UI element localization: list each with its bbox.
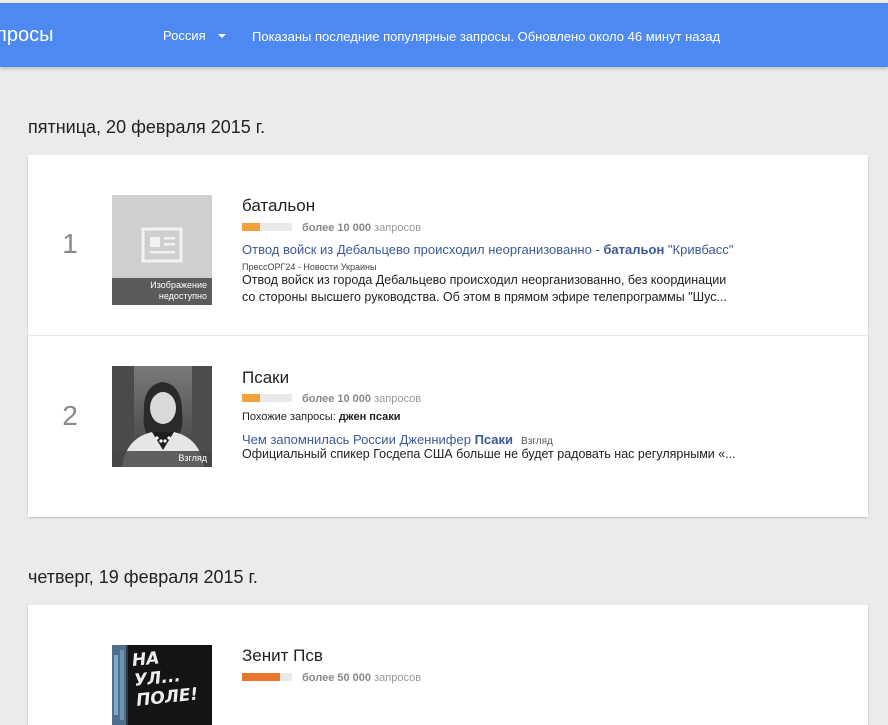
news-link-text: "Кривбасс": [664, 242, 734, 257]
related-queries: Похожие запросы: джен псаки: [242, 411, 401, 423]
trend-rank: 1: [62, 228, 78, 259]
day-heading: четверг, 19 февраля 2015 г.: [28, 567, 258, 587]
trend-thumbnail[interactable]: НА УЛ... ПОЛЕ!: [112, 645, 212, 725]
volume-count: более 10 000: [302, 222, 372, 234]
trend-thumbnail[interactable]: Изображение недоступно: [112, 195, 212, 305]
news-snippet: Официальный спикер Госдепа США больше не…: [242, 446, 772, 463]
trend-item: 2 Взгляд Псаки более 10 000 запросов Пох…: [28, 335, 868, 518]
search-volume: более 50 000 запросов: [242, 672, 421, 684]
day-card: НА УЛ... ПОЛЕ! Зенит Псв более 50 000 за…: [28, 605, 868, 725]
related-label: Похожие запросы:: [242, 411, 339, 423]
trend-item: 1 Изображение недоступно батальон более …: [28, 155, 868, 335]
snippet-line: со стороны высшего руководства. Об этом …: [242, 290, 727, 304]
region-label: Россия: [163, 28, 206, 43]
thumbnail-caption-line: Изображение: [150, 280, 207, 290]
news-link-highlight: Псаки: [474, 432, 514, 447]
trend-title[interactable]: Зенит Псв: [242, 646, 323, 666]
search-volume: более 10 000 запросов: [242, 393, 421, 405]
volume-suffix: запросов: [374, 393, 422, 405]
news-link-text: Чем запомнилась России Дженнифер: [242, 432, 475, 447]
chevron-down-icon: [217, 33, 226, 38]
volume-count: более 50 000: [302, 672, 372, 684]
volume-suffix: запросов: [374, 672, 422, 684]
news-article-link[interactable]: Отвод войск из Дебальцево происходил нео…: [242, 242, 733, 257]
top-app-bar: просы Россия Показаны последние популярн…: [0, 3, 888, 67]
trend-thumbnail[interactable]: Взгляд: [112, 366, 212, 467]
snippet-line: Отвод войск из города Дебальцево происхо…: [242, 273, 727, 287]
volume-bar: [242, 223, 292, 232]
poster-text: НА УЛ... ПОЛЕ!: [131, 648, 200, 711]
search-volume: более 10 000 запросов: [242, 222, 421, 234]
volume-bar-fill: [242, 223, 260, 232]
update-status-text: Показаны последние популярные запросы. О…: [252, 29, 721, 44]
trend-title[interactable]: батальон: [242, 196, 315, 216]
trend-title[interactable]: Псаки: [242, 368, 289, 388]
region-dropdown[interactable]: Россия: [163, 28, 226, 43]
day-card: 1 Изображение недоступно батальон более …: [28, 155, 868, 517]
day-heading: пятница, 20 февраля 2015 г.: [28, 117, 266, 137]
volume-bar: [242, 394, 292, 403]
snippet-line: Официальный спикер Госдепа США больше не…: [242, 447, 736, 461]
thumbnail-caption-line: недоступно: [158, 291, 207, 301]
news-link-text: Отвод войск из Дебальцево происходил нео…: [242, 242, 604, 257]
volume-bar-fill: [242, 394, 260, 403]
thumbnail-caption: Изображение недоступно: [112, 278, 212, 305]
volume-suffix: запросов: [374, 222, 422, 234]
news-article-link[interactable]: Чем запомнилась России Дженнифер Псаки Вз…: [242, 432, 553, 447]
volume-count: более 10 000: [302, 393, 372, 405]
related-query-link[interactable]: джен псаки: [339, 411, 401, 423]
news-link-highlight: батальон: [603, 242, 665, 257]
thumbnail-caption: Взгляд: [112, 451, 212, 467]
trend-item: НА УЛ... ПОЛЕ! Зенит Псв более 50 000 за…: [28, 605, 868, 725]
news-snippet: Отвод войск из города Дебальцево происхо…: [242, 272, 772, 306]
app-title: просы: [0, 24, 54, 46]
news-source: ПрессОРГ24 - Новости Украины: [242, 262, 377, 272]
trend-rank: 2: [62, 400, 78, 431]
